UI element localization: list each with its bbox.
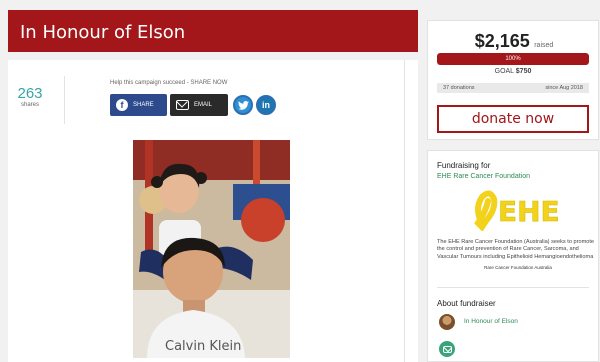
facebook-icon: f xyxy=(116,99,128,111)
campaign-since: since Aug 2018 xyxy=(545,85,583,91)
share-prompt: Help this campaign succeed - SHARE NOW xyxy=(110,80,228,86)
linkedin-share-button[interactable]: in xyxy=(256,95,276,115)
charity-logo-caption: Rare Cancer Foundation Australia xyxy=(484,265,552,270)
goal-value: $750 xyxy=(515,68,532,75)
fundraiser-avatar[interactable] xyxy=(439,314,455,330)
photo-illustration: Calvin Klein xyxy=(133,140,290,358)
raised-summary: $2,165 raised xyxy=(448,31,580,52)
twitter-icon xyxy=(237,100,249,110)
fundraising-for-heading: Fundraising for xyxy=(437,161,491,170)
goal-label: GOAL xyxy=(494,68,514,75)
email-share-button[interactable]: EMAIL xyxy=(170,94,228,116)
fundraising-summary-card: $2,165 raised 100% GOAL $750 37 donation… xyxy=(427,20,599,140)
email-share-label: EMAIL xyxy=(194,102,213,108)
column-divider xyxy=(404,60,405,362)
twitter-share-button[interactable] xyxy=(233,95,253,115)
progress-bar: 100% xyxy=(437,53,589,65)
charity-logo-text: EHE xyxy=(498,195,560,228)
linkedin-icon: in xyxy=(262,100,270,110)
share-separator xyxy=(64,76,65,124)
share-count-label: shares xyxy=(20,102,39,108)
charity-logo-graphic: EHE xyxy=(474,190,560,232)
raised-label: raised xyxy=(534,42,554,49)
donate-now-button[interactable]: donate now xyxy=(437,105,589,133)
campaign-stats-row: 37 donations since Aug 2018 xyxy=(437,83,589,93)
campaign-header: In Honour of Elson xyxy=(8,10,418,52)
donation-count: 37 donations xyxy=(443,85,475,91)
mail-icon xyxy=(442,345,452,353)
photo-shirt-text: Calvin Klein xyxy=(165,339,241,354)
about-fundraiser-heading: About fundraiser xyxy=(437,299,496,308)
goal-line: GOAL $750 xyxy=(428,68,598,75)
charity-logo[interactable]: EHE Rare Cancer Foundation Australia xyxy=(468,187,568,270)
facebook-share-label: SHARE xyxy=(133,102,154,108)
contact-fundraiser-button[interactable] xyxy=(439,341,455,357)
facebook-share-button[interactable]: f SHARE xyxy=(110,94,167,116)
share-count: 263 xyxy=(17,85,43,102)
campaign-photo: Calvin Klein xyxy=(133,140,290,358)
card-divider xyxy=(437,287,589,288)
raised-amount: $2,165 xyxy=(474,31,530,51)
progress-percent: 100% xyxy=(505,56,521,62)
charity-description: The EHE Rare Cancer Foundation (Australi… xyxy=(437,239,595,260)
charity-card: Fundraising for EHE Rare Cancer Foundati… xyxy=(427,150,599,362)
share-counter: 263 shares xyxy=(10,85,50,109)
envelope-icon xyxy=(176,100,189,110)
campaign-title: In Honour of Elson xyxy=(20,22,186,43)
fundraiser-name-link[interactable]: In Honour of Elson xyxy=(464,318,518,325)
charity-name-link[interactable]: EHE Rare Cancer Foundation xyxy=(437,173,530,180)
